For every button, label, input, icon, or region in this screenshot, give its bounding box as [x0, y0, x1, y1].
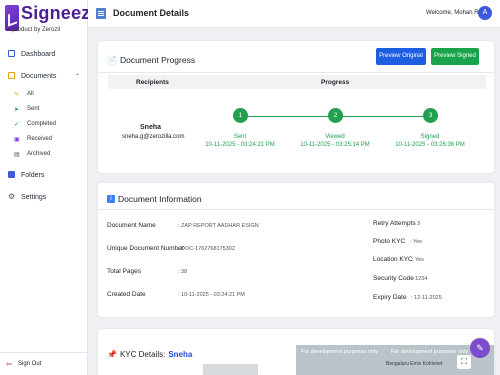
preview-signed-button[interactable]: Preview Signed — [431, 48, 479, 65]
brand-logo[interactable]: Signeez A product by Zerozil — [5, 3, 90, 37]
top-header: Document Details Welcome, Mohan Raj A — [88, 0, 500, 28]
card-title-text: Document Progress — [119, 55, 196, 65]
step-label-sent: Sent — [233, 134, 247, 140]
gear-icon: ⚙ — [8, 192, 16, 201]
info-label-document-name: Document Name — [107, 222, 156, 229]
column-header-progress: Progress — [321, 79, 350, 86]
sidebar-subitem-label: All — [27, 91, 34, 97]
info-value-document-name: : ZAP REPORT AADHAR ESIGN — [178, 223, 259, 229]
document-icon: 📄 — [107, 55, 117, 65]
kyc-details-card: 📌 KYC Details: Sneha For development pur… — [98, 329, 494, 375]
divider — [98, 72, 494, 73]
info-label-retry-attempts: Retry Attempts — [373, 220, 416, 227]
card-title-text: Document Information — [118, 194, 202, 204]
table-header: Recipients Progress — [108, 75, 486, 89]
kyc-recipient-name: Sneha — [168, 350, 193, 359]
document-icon — [96, 8, 106, 19]
chevron-up-icon[interactable]: ⌃ — [75, 73, 80, 80]
fullscreen-icon[interactable]: ⛶ — [457, 355, 471, 369]
progress-step-1: 1 — [233, 108, 248, 123]
step-date-viewed: 10-11-2025 - 03:25:14 PM — [300, 142, 370, 148]
info-label-created-date: Created Date — [107, 291, 146, 298]
info-value-location-kyc: : Yes — [412, 257, 424, 263]
inbox-icon: ▣ — [14, 137, 20, 143]
info-label-total-pages: Total Pages — [107, 268, 141, 275]
sidebar-item-documents[interactable]: Documents ⌃ — [0, 71, 88, 81]
map-watermark: For development purposes only — [301, 349, 379, 355]
info-value-created-date: : 10-11-2025 - 03:24:21 PM — [178, 292, 245, 298]
sidebar-subitem-label: Completed — [27, 121, 57, 127]
map-watermark: For development purposes only — [391, 349, 469, 355]
sidebar-item-label: Dashboard — [21, 50, 56, 58]
map-place-label: Bengaluru Emiv Kohlenet — [386, 361, 443, 367]
divider — [98, 209, 494, 210]
brand-tagline: A product by Zerozil — [7, 27, 61, 33]
document-information-title: i Document Information — [107, 194, 202, 204]
sidebar-item-label: Documents — [21, 72, 57, 80]
info-label-unique-number: Unique Document Number — [107, 245, 184, 252]
info-label-security-code: Security Code — [373, 275, 414, 282]
check-icon: ✓ — [14, 122, 20, 128]
progress-step-3: 3 — [423, 108, 438, 123]
step-date-signed: 10-11-2025 - 03:26:36 PM — [395, 142, 465, 148]
info-label-location-kyc: Location KYC — [373, 256, 413, 263]
sign-out-button[interactable]: ⇦ Sign Out — [0, 352, 88, 375]
avatar[interactable]: A — [478, 6, 492, 20]
recipient-name: Sneha — [140, 124, 162, 131]
kyc-photo — [203, 364, 258, 375]
info-value-total-pages: : 38 — [178, 269, 188, 275]
page-title: Document Details — [113, 8, 190, 18]
recipient-email: sneha.g@zerozilla.com — [122, 134, 185, 140]
document-progress-card: 📄 Document Progress Preview Original Pre… — [98, 41, 494, 173]
folder-icon — [8, 171, 15, 178]
dashboard-icon — [8, 50, 15, 57]
kyc-details-title: 📌 KYC Details: Sneha — [107, 350, 192, 359]
sidebar-subitem-label: Sent — [27, 106, 40, 112]
welcome-text: Welcome, Mohan Raj — [426, 10, 484, 16]
document-progress-title: 📄 Document Progress — [107, 55, 195, 65]
document-information-card: i Document Information Document Name : Z… — [98, 183, 494, 317]
info-label-photo-kyc: Photo KYC — [373, 238, 406, 245]
info-value-unique-number: : DOC-1762768175302 — [178, 246, 235, 252]
info-value-retry-attempts: : 3 — [414, 221, 421, 227]
sidebar-subitem-label: Archived — [27, 151, 51, 157]
info-value-expiry-date: : 12-11-2025 — [411, 295, 442, 301]
pin-icon: 📌 — [107, 350, 117, 359]
sidebar-item-folders[interactable]: Folders — [0, 170, 88, 180]
sidebar-item-dashboard[interactable]: Dashboard — [0, 49, 88, 59]
kyc-title-text: KYC Details: — [119, 350, 166, 359]
sidebar-item-label: Folders — [21, 171, 45, 179]
sidebar-item-settings[interactable]: ⚙ Settings — [0, 192, 88, 202]
archive-icon: ▤ — [14, 152, 20, 158]
info-label-expiry-date: Expiry Date — [373, 294, 407, 301]
step-label-signed: Signed — [420, 134, 440, 140]
sidebar-item-label: Settings — [21, 193, 47, 201]
sidebar-subitem-label: Received — [27, 136, 53, 142]
info-value-photo-kyc: : Yes — [410, 239, 422, 245]
preview-original-button[interactable]: Preview Original — [376, 48, 426, 65]
send-icon: ➤ — [14, 107, 20, 113]
signature-fab-button[interactable]: ✎ — [470, 338, 490, 358]
column-header-recipients: Recipients — [136, 79, 169, 86]
step-date-sent: 10-11-2025 - 03:24:21 PM — [205, 142, 275, 148]
sign-out-label: Sign Out — [18, 361, 42, 367]
info-value-security-code: : 1234 — [412, 276, 428, 282]
sidebar: Signeez A product by Zerozil « Dashboard… — [0, 0, 90, 375]
info-icon: i — [107, 195, 115, 203]
step-label-viewed: Viewed — [325, 134, 345, 140]
pen-icon: ✎ — [14, 92, 20, 98]
document-icon — [8, 72, 15, 79]
double-chevron-left-icon[interactable]: « — [78, 10, 81, 16]
logout-icon: ⇦ — [6, 361, 12, 368]
progress-step-2: 2 — [328, 108, 343, 123]
